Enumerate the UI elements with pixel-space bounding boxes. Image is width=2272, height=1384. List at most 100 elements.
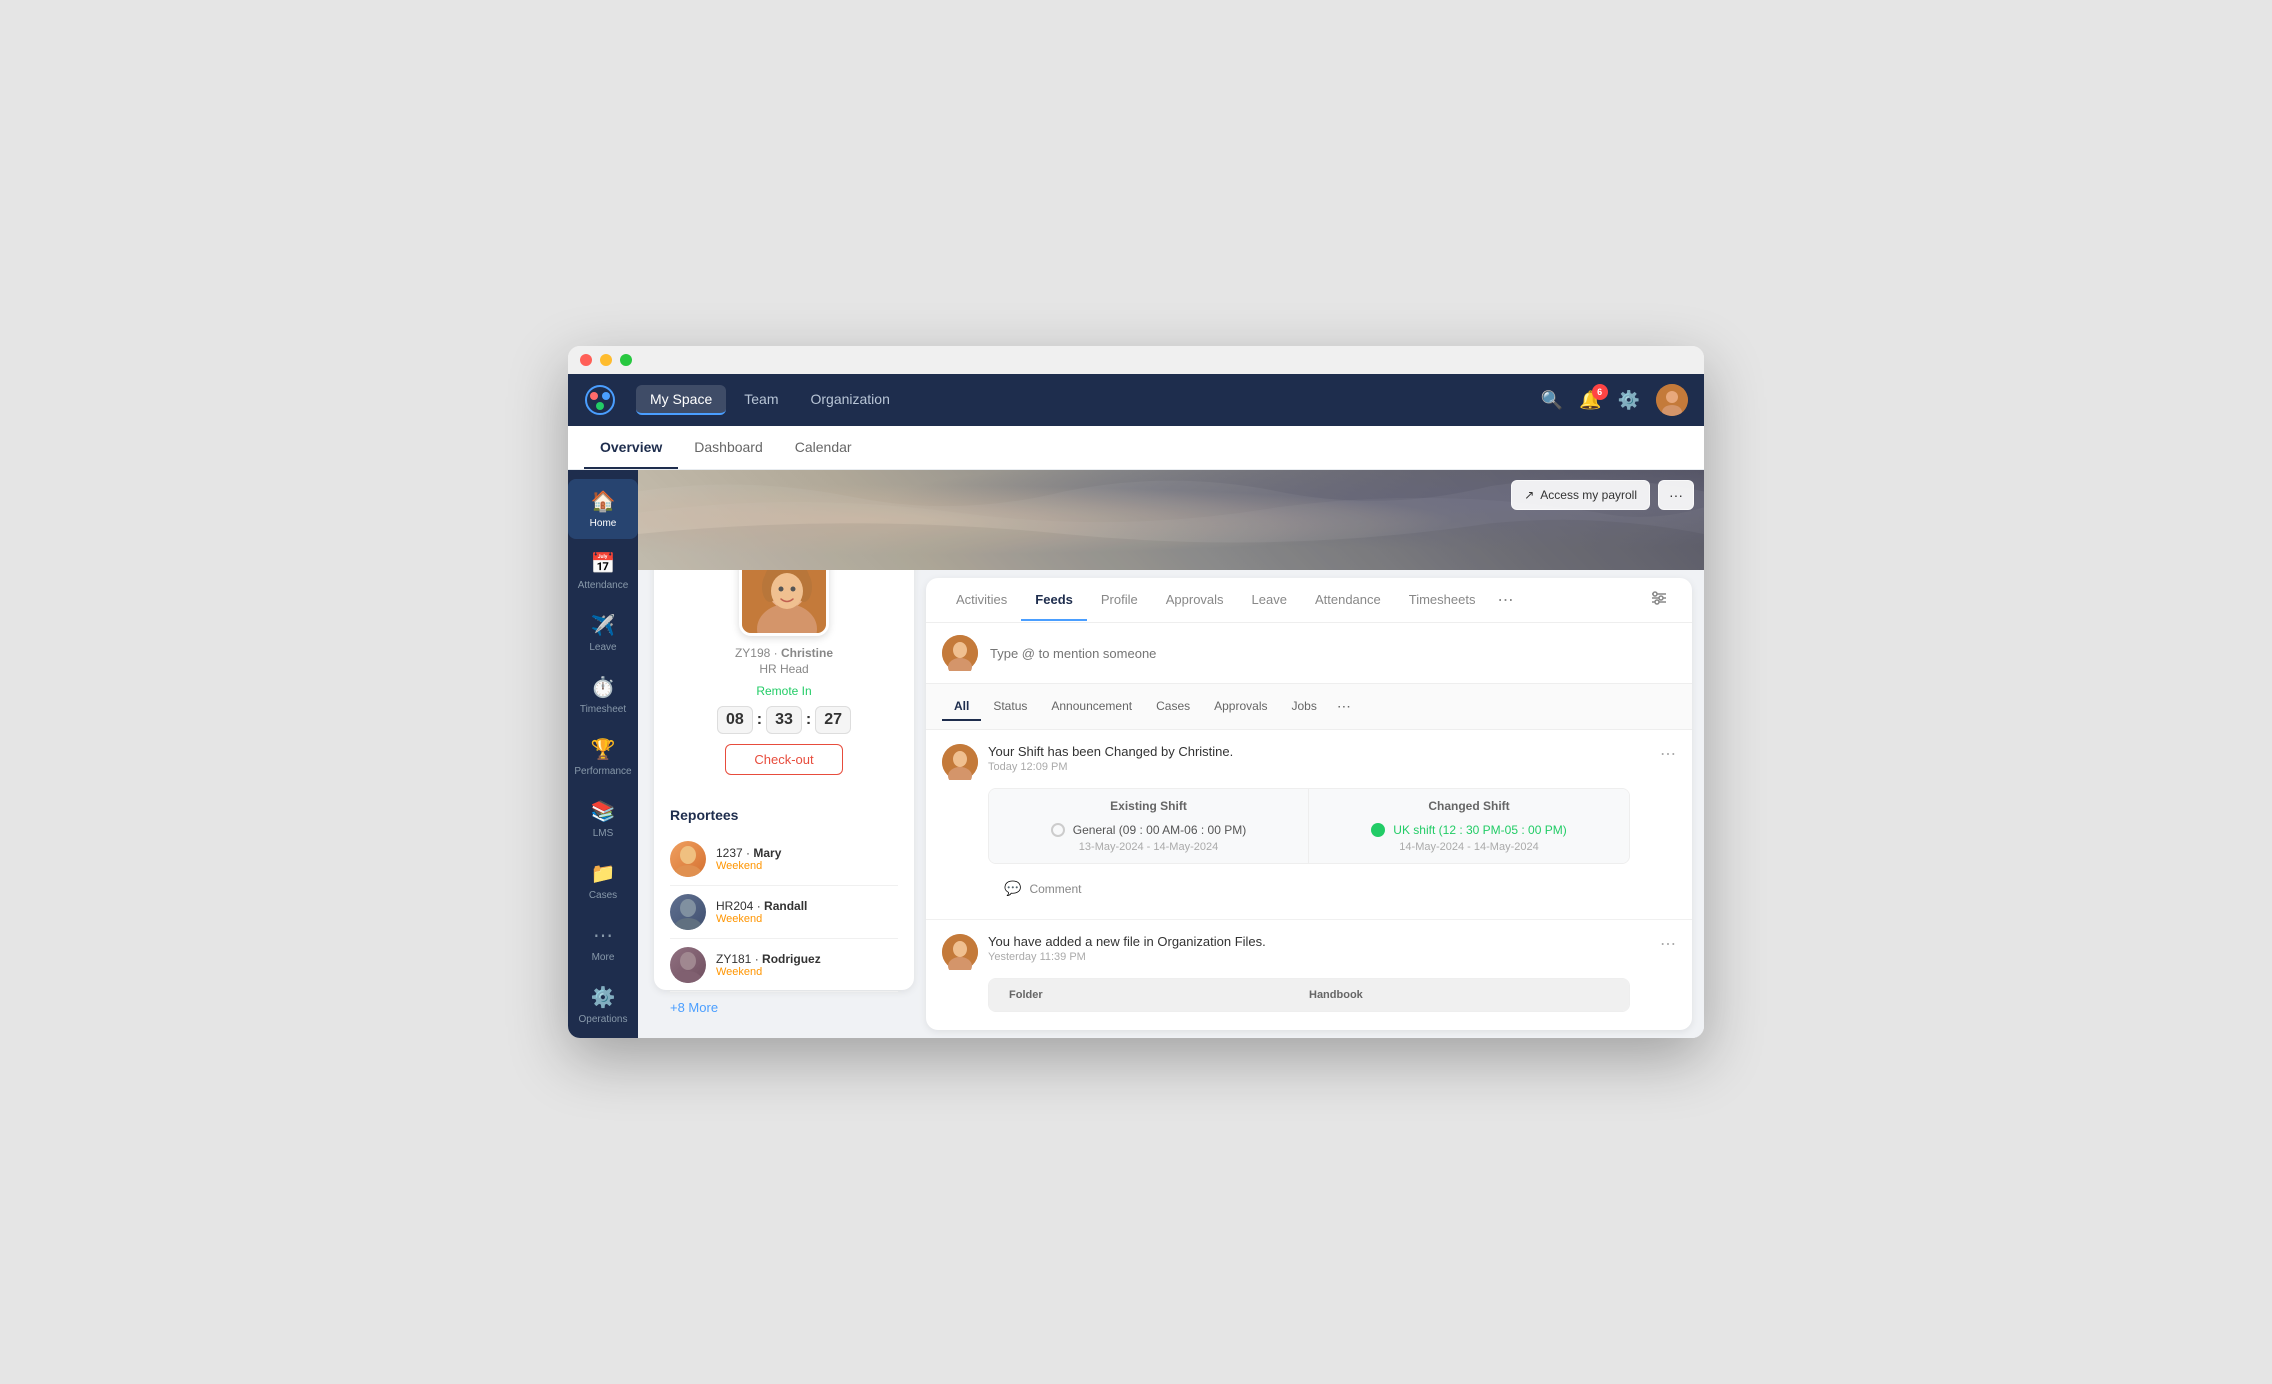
feed-tab-approvals[interactable]: Approvals [1152, 580, 1238, 621]
sidebar-item-leave[interactable]: ✈️ Leave [568, 603, 638, 663]
profile-feed-row: ZY198 · Christine HR Head Remote In 08 :… [638, 570, 1704, 1038]
content-area: ↗ Access my payroll ··· [638, 470, 1704, 1038]
notifications-button[interactable]: 🔔 6 [1579, 390, 1601, 411]
sidebar-item-reports[interactable]: 📊 Reports [568, 1037, 638, 1038]
changed-shift-label: Changed Shift [1329, 799, 1609, 813]
feed-tab-more[interactable]: ⋯ [1489, 578, 1521, 622]
changed-shift-dates: 14-May-2024 - 14-May-2024 [1329, 841, 1609, 853]
top-nav: My Space Team Organization 🔍 🔔 6 ⚙️ [568, 374, 1704, 426]
top-nav-actions: 🔍 🔔 6 ⚙️ [1541, 384, 1688, 416]
feed-time-0: Today 12:09 PM [988, 761, 1650, 773]
sidebar-label-performance: Performance [574, 766, 631, 777]
banner-more-button[interactable]: ··· [1658, 480, 1694, 510]
sidebar-item-home[interactable]: 🏠 Home [568, 479, 638, 539]
sidebar-label-cases: Cases [589, 890, 617, 901]
close-dot[interactable] [580, 354, 592, 366]
feed-item-0: Your Shift has been Changed by Christine… [926, 730, 1692, 920]
filter-more[interactable]: ⋯ [1329, 692, 1359, 721]
reportees-more-link[interactable]: +8 More [670, 1000, 898, 1015]
checkout-button[interactable]: Check-out [725, 744, 842, 775]
filter-approvals[interactable]: Approvals [1202, 693, 1279, 721]
profile-avatar [739, 570, 829, 636]
leave-icon: ✈️ [591, 613, 616, 638]
post-input-area [926, 623, 1692, 684]
changed-shift-option: UK shift (12 : 30 PM-05 : 00 PM) [1329, 823, 1609, 837]
performance-icon: 🏆 [591, 737, 616, 762]
feed-item-more-0[interactable]: ⋯ [1660, 744, 1676, 764]
reportee-info-0: 1237 · Mary Weekend [716, 846, 898, 872]
filter-status[interactable]: Status [981, 693, 1039, 721]
payroll-button[interactable]: ↗ Access my payroll [1511, 480, 1650, 510]
tab-calendar[interactable]: Calendar [779, 427, 868, 469]
profile-banner: ↗ Access my payroll ··· [638, 470, 1704, 570]
nav-team[interactable]: Team [730, 385, 792, 415]
sidebar-item-attendance[interactable]: 📅 Attendance [568, 541, 638, 601]
feed-item-more-1[interactable]: ⋯ [1660, 934, 1676, 954]
reportee-item-2: ZY181 · Rodriguez Weekend [670, 939, 898, 992]
payroll-label: Access my payroll [1540, 488, 1637, 502]
settings-button[interactable]: ⚙️ [1618, 390, 1640, 411]
filter-all[interactable]: All [942, 693, 981, 721]
tab-overview[interactable]: Overview [584, 427, 678, 469]
reportees-title: Reportees [670, 807, 898, 823]
feed-time-1: Yesterday 11:39 PM [988, 951, 1650, 963]
timer-seconds: 27 [815, 706, 851, 734]
reportee-info-1: HR204 · Randall Weekend [716, 899, 898, 925]
comment-icon-0: 💬 [1004, 880, 1021, 897]
avatar-image [742, 570, 829, 636]
app-body: My Space Team Organization 🔍 🔔 6 ⚙️ [568, 374, 1704, 1038]
user-avatar-top[interactable] [1656, 384, 1688, 416]
filter-jobs[interactable]: Jobs [1280, 693, 1329, 721]
lms-icon: 📚 [591, 799, 616, 824]
feed-tab-leave[interactable]: Leave [1238, 580, 1301, 621]
timer-display: 08 : 33 : 27 [717, 706, 851, 734]
minimize-dot[interactable] [600, 354, 612, 366]
app-window: My Space Team Organization 🔍 🔔 6 ⚙️ [568, 346, 1704, 1038]
filter-announcement[interactable]: Announcement [1039, 693, 1144, 721]
timesheet-icon: ⏱️ [591, 675, 616, 700]
feed-tab-activities[interactable]: Activities [942, 580, 1021, 621]
timer-hours: 08 [717, 706, 753, 734]
sidebar-item-more[interactable]: ⋯ More [568, 913, 638, 973]
sidebar-label-lms: LMS [593, 828, 614, 839]
profile-role: HR Head [759, 662, 808, 676]
feed-text-0: Your Shift has been Changed by Christine… [988, 744, 1650, 773]
sidebar-item-performance[interactable]: 🏆 Performance [568, 727, 638, 787]
feed-tab-profile[interactable]: Profile [1087, 580, 1152, 621]
tab-dashboard[interactable]: Dashboard [678, 427, 779, 469]
reportee-info-2: ZY181 · Rodriguez Weekend [716, 952, 898, 978]
reportees-section: Reportees 1237 · Mary Weekend [670, 807, 898, 1015]
feed-text-1: You have added a new file in Organizatio… [988, 934, 1650, 963]
timer-sep-1: : [757, 711, 762, 729]
feed-filter-button[interactable] [1642, 581, 1676, 620]
post-user-avatar [942, 635, 978, 671]
sidebar-item-timesheet[interactable]: ⏱️ Timesheet [568, 665, 638, 725]
existing-shift-label: Existing Shift [1009, 799, 1288, 813]
sidebar-label-leave: Leave [589, 642, 616, 653]
feed-tab-timesheets[interactable]: Timesheets [1395, 580, 1490, 621]
post-input[interactable] [990, 646, 1676, 661]
sidebar-item-cases[interactable]: 📁 Cases [568, 851, 638, 911]
nav-organization[interactable]: Organization [796, 385, 903, 415]
sidebar-item-lms[interactable]: 📚 LMS [568, 789, 638, 849]
profile-status: Remote In [756, 684, 811, 698]
folder-card-1: Folder Handbook [988, 978, 1630, 1012]
feed-panel: Activities Feeds Profile Approvals Leave… [926, 578, 1692, 1030]
feed-tab-feeds[interactable]: Feeds [1021, 580, 1087, 621]
comment-area-0[interactable]: 💬 Comment [988, 872, 1676, 905]
maximize-dot[interactable] [620, 354, 632, 366]
folder-table-header: Folder Handbook [989, 979, 1629, 1011]
feed-item-header-0: Your Shift has been Changed by Christine… [942, 744, 1676, 780]
nav-my-space[interactable]: My Space [636, 385, 726, 415]
filter-cases[interactable]: Cases [1144, 693, 1202, 721]
sidebar-item-operations[interactable]: ⚙️ Operations [568, 975, 638, 1035]
feed-avatar-0 [942, 744, 978, 780]
app-logo[interactable] [584, 384, 616, 416]
feed-tab-attendance[interactable]: Attendance [1301, 580, 1395, 621]
folder-col-folder: Folder [1009, 989, 1309, 1001]
reportee-avatar-1 [670, 894, 706, 930]
timer-sep-2: : [806, 711, 811, 729]
filter-bar: All Status Announcement Cases Approvals … [926, 684, 1692, 730]
search-button[interactable]: 🔍 [1541, 390, 1563, 411]
feed-message-0: Your Shift has been Changed by Christine… [988, 744, 1650, 759]
